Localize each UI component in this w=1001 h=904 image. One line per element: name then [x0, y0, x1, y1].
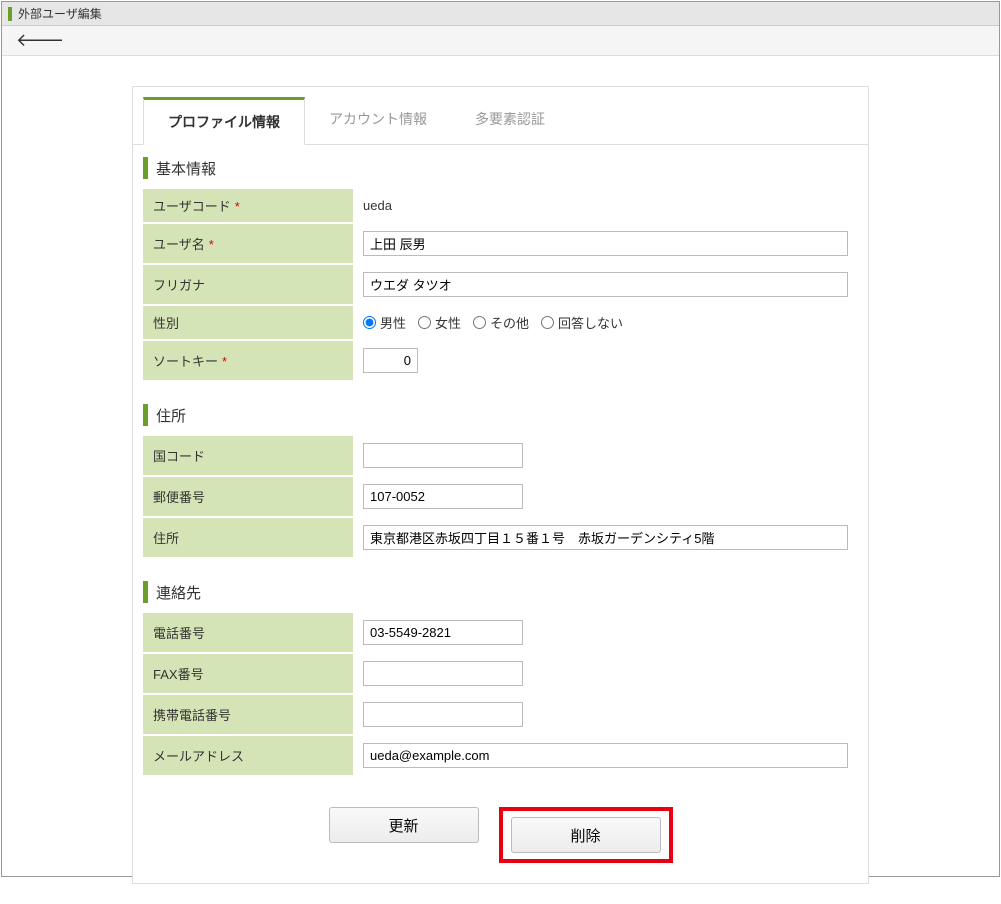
- label-phone: 電話番号: [143, 613, 353, 652]
- label-fax: FAX番号: [143, 654, 353, 693]
- label-gender: 性別: [143, 306, 353, 339]
- row-user-code: ユーザコード* ueda: [143, 189, 858, 222]
- form-panel: プロファイル情報 アカウント情報 多要素認証 基本情報 ユーザコード* ueda…: [132, 86, 869, 884]
- section-title-address: 住所: [156, 405, 186, 426]
- radio-female[interactable]: [418, 316, 431, 329]
- section-header-basic: 基本情報: [133, 145, 868, 187]
- tab-profile[interactable]: プロファイル情報: [143, 97, 305, 145]
- tab-mfa[interactable]: 多要素認証: [451, 97, 569, 144]
- radio-noanswer-label[interactable]: 回答しない: [541, 313, 623, 332]
- row-fax: FAX番号: [143, 654, 858, 693]
- app-window: 外部ユーザ編集 🡐 プロファイル情報 アカウント情報 多要素認証 基本情報 ユー…: [1, 1, 1000, 877]
- radio-other[interactable]: [473, 316, 486, 329]
- label-user-name: ユーザ名*: [143, 224, 353, 263]
- input-user-name[interactable]: [363, 231, 848, 256]
- label-address: 住所: [143, 518, 353, 557]
- row-furigana: フリガナ: [143, 265, 858, 304]
- section-header-address: 住所: [133, 392, 868, 434]
- row-email: メールアドレス: [143, 736, 858, 775]
- content-area: プロファイル情報 アカウント情報 多要素認証 基本情報 ユーザコード* ueda…: [2, 56, 999, 904]
- label-furigana: フリガナ: [143, 265, 353, 304]
- row-country-code: 国コード: [143, 436, 858, 475]
- label-email: メールアドレス: [143, 736, 353, 775]
- input-postal-code[interactable]: [363, 484, 523, 509]
- action-bar: 更新 削除: [133, 787, 868, 883]
- row-postal-code: 郵便番号: [143, 477, 858, 516]
- input-country-code[interactable]: [363, 443, 523, 468]
- row-address: 住所: [143, 518, 858, 557]
- title-accent: [8, 7, 12, 21]
- radio-other-label[interactable]: その他: [473, 313, 529, 332]
- tab-bar: プロファイル情報 アカウント情報 多要素認証: [133, 87, 868, 145]
- input-furigana[interactable]: [363, 272, 848, 297]
- window-title: 外部ユーザ編集: [18, 5, 102, 22]
- title-bar: 外部ユーザ編集: [2, 2, 999, 26]
- input-sort-key[interactable]: [363, 348, 418, 373]
- row-gender: 性別 男性 女性 その他 回答しない: [143, 306, 858, 339]
- row-sort-key: ソートキー*: [143, 341, 858, 380]
- label-country-code: 国コード: [143, 436, 353, 475]
- section-accent: [143, 157, 148, 179]
- section-title-contact: 連絡先: [156, 582, 201, 603]
- section-title-basic: 基本情報: [156, 158, 216, 179]
- update-button[interactable]: 更新: [329, 807, 479, 843]
- section-header-contact: 連絡先: [133, 569, 868, 611]
- input-phone[interactable]: [363, 620, 523, 645]
- address-form-table: 国コード 郵便番号 住所: [143, 434, 858, 559]
- label-postal-code: 郵便番号: [143, 477, 353, 516]
- row-mobile: 携帯電話番号: [143, 695, 858, 734]
- input-email[interactable]: [363, 743, 848, 768]
- radio-male-label[interactable]: 男性: [363, 313, 406, 332]
- radio-male[interactable]: [363, 316, 376, 329]
- input-mobile[interactable]: [363, 702, 523, 727]
- contact-form-table: 電話番号 FAX番号 携帯電話番号 メールアドレス: [143, 611, 858, 777]
- delete-highlight-frame: 削除: [499, 807, 673, 863]
- section-accent: [143, 581, 148, 603]
- gender-radio-group: 男性 女性 その他 回答しない: [363, 313, 848, 332]
- tab-account[interactable]: アカウント情報: [305, 97, 451, 144]
- radio-noanswer[interactable]: [541, 316, 554, 329]
- input-fax[interactable]: [363, 661, 523, 686]
- input-address[interactable]: [363, 525, 848, 550]
- basic-form-table: ユーザコード* ueda ユーザ名* フリガナ 性別 男性 女性: [143, 187, 858, 382]
- row-user-name: ユーザ名*: [143, 224, 858, 263]
- label-mobile: 携帯電話番号: [143, 695, 353, 734]
- toolbar: 🡐: [2, 26, 999, 56]
- row-phone: 電話番号: [143, 613, 858, 652]
- radio-female-label[interactable]: 女性: [418, 313, 461, 332]
- section-accent: [143, 404, 148, 426]
- delete-button[interactable]: 削除: [511, 817, 661, 853]
- back-arrow-icon[interactable]: 🡐: [16, 30, 64, 51]
- label-user-code: ユーザコード*: [143, 189, 353, 222]
- label-sort-key: ソートキー*: [143, 341, 353, 380]
- value-user-code: ueda: [363, 198, 392, 213]
